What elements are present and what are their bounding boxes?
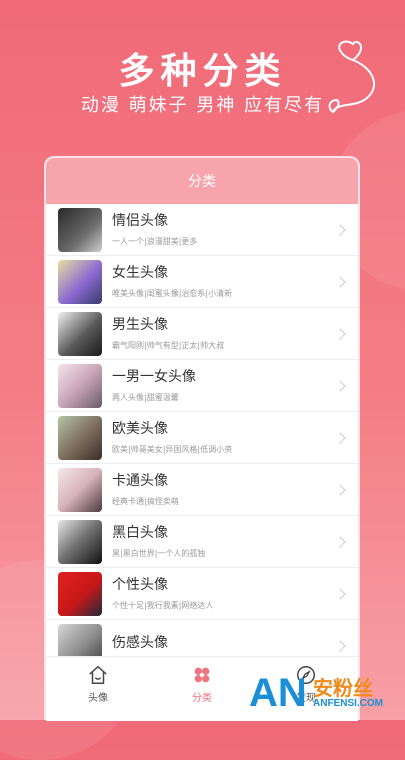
tab-avatar[interactable]: 头像 [46, 657, 150, 721]
category-header-title: 分类 [188, 174, 216, 190]
category-item-couple[interactable]: 情侣头像 一人一个|浪漫甜美|更多 [46, 204, 358, 256]
category-title: 男生头像 [112, 317, 168, 333]
thumbnail-boy [58, 311, 102, 356]
watermark-an: AN [249, 671, 307, 715]
watermark-en: ANFENSI.COM [313, 698, 383, 709]
thumbnail-girl [58, 259, 102, 304]
category-desc: 个性十足|我行我素|网络达人 [112, 601, 214, 610]
watermark-cn: 安粉丝 [313, 676, 373, 700]
category-desc: 一人一个|浪漫甜美|更多 [112, 237, 198, 246]
category-card: 分类 情侣头像 一人一个|浪漫甜美|更多 女生头像 唯美头像|闺蜜头像|治愈系|… [44, 156, 360, 720]
category-item-western[interactable]: 欧美头像 欧美|帅哥美女|异国风格|低调小资 [46, 412, 358, 464]
heart-swirl-icon [328, 40, 375, 114]
category-desc: 黑|黑白世界|一个人的孤独 [112, 549, 206, 558]
category-title: 情侣头像 [112, 213, 168, 229]
tab-category[interactable]: 分类 [150, 657, 254, 721]
category-item-cartoon[interactable]: 卡通头像 经典卡通|搞怪卖萌 [46, 464, 358, 516]
category-desc: 霸气阳刚|帅气有型|正太|帅大叔 [112, 341, 225, 350]
thumbnail-couple [58, 207, 102, 252]
thumbnail-blackwhite [58, 519, 102, 564]
category-desc: 两人头像|甜蜜温馨 [112, 393, 179, 402]
category-desc: 经典卡通|搞怪卖萌 [112, 497, 179, 506]
category-list: 情侣头像 一人一个|浪漫甜美|更多 女生头像 唯美头像|闺蜜头像|治愈系|小清新… [46, 204, 358, 672]
category-title: 欧美头像 [112, 421, 168, 437]
category-item-girl[interactable]: 女生头像 唯美头像|闺蜜头像|治愈系|小清新 [46, 256, 358, 308]
category-title: 伤感头像 [112, 634, 168, 651]
promo-banner: 多种分类 动漫 萌妹子 男神 应有尽有 [0, 0, 405, 140]
thumbnail-cartoon [58, 467, 102, 512]
thumbnail-western [58, 415, 102, 460]
watermark-logo: AN 安粉丝 ANFENSI.COM [249, 670, 399, 716]
category-item-personality[interactable]: 个性头像 个性十足|我行我素|网络达人 [46, 568, 358, 620]
category-title: 女生头像 [112, 265, 168, 281]
category-desc: 欧美|帅哥美女|异国风格|低调小资 [112, 445, 233, 454]
thumbnail-personality [58, 571, 102, 616]
category-title: 黑白头像 [112, 525, 168, 541]
category-desc: 唯美头像|闺蜜头像|治愈系|小清新 [112, 289, 233, 298]
category-title: 个性头像 [112, 577, 168, 593]
category-title: 一男一女头像 [112, 369, 196, 385]
category-item-pair[interactable]: 一男一女头像 两人头像|甜蜜温馨 [46, 360, 358, 412]
category-header: 分类 [46, 158, 358, 204]
tab-label: 分类 [192, 693, 212, 704]
category-item-blackwhite[interactable]: 黑白头像 黑|黑白世界|一个人的孤独 [46, 516, 358, 568]
thumbnail-pair [58, 363, 102, 408]
category-item-boy[interactable]: 男生头像 霸气阳刚|帅气有型|正太|帅大叔 [46, 308, 358, 360]
house-icon [89, 665, 107, 684]
category-title: 卡通头像 [112, 473, 168, 489]
flower-icon [194, 667, 210, 683]
tab-label: 头像 [88, 693, 108, 704]
